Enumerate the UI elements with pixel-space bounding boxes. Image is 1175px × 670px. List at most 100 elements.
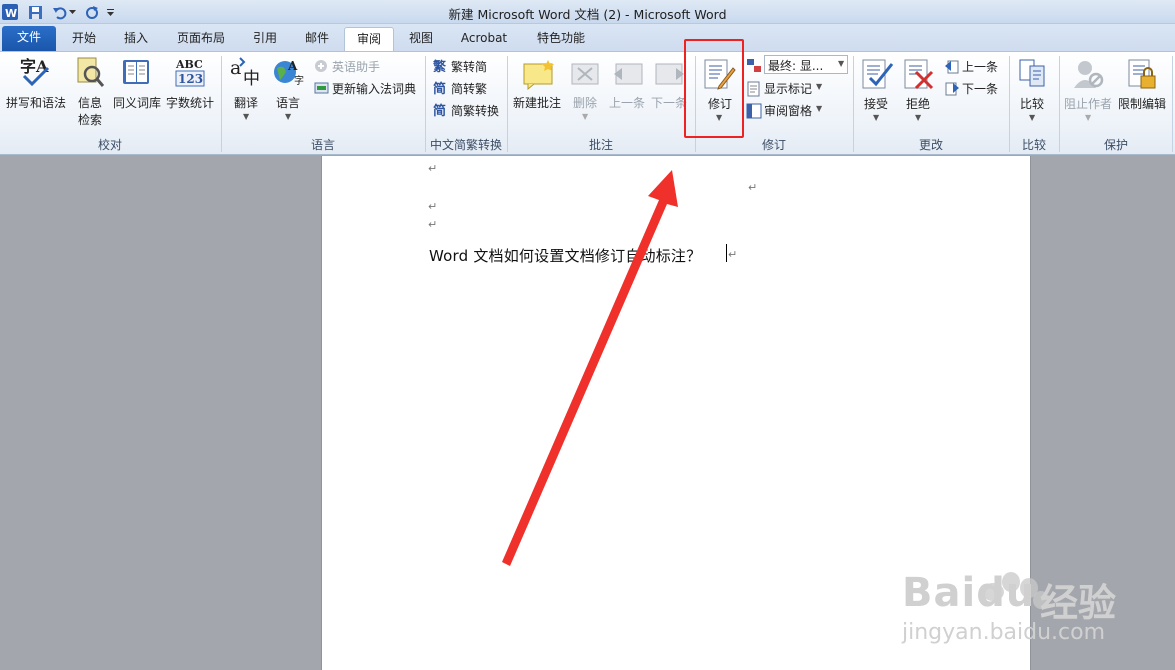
reject-button[interactable]: 拒绝	[906, 95, 930, 112]
svg-text:字: 字	[294, 74, 304, 87]
group-label-language: 语言	[310, 138, 335, 152]
tab-mailings[interactable]: 邮件	[296, 27, 338, 51]
svg-text:繁: 繁	[433, 59, 447, 74]
svg-text:123: 123	[178, 72, 203, 86]
thesaurus-icon[interactable]	[120, 56, 152, 91]
ribbon-tab-bar: 文件 开始 插入 页面布局 引用 邮件 审阅 视图 Acrobat 特色功能	[0, 24, 1175, 51]
tab-insert[interactable]: 插入	[114, 27, 158, 51]
show-markup-dropdown-icon[interactable]: ▼	[816, 82, 822, 91]
update-ime-button[interactable]: 更新输入法词典	[332, 80, 416, 97]
display-for-review-select[interactable]: 最终: 显... ▼	[764, 55, 848, 74]
tab-acrobat[interactable]: Acrobat	[452, 27, 516, 51]
block-authors-dropdown-icon[interactable]: ▼	[1085, 113, 1091, 122]
previous-change-button[interactable]: 上一条	[962, 58, 998, 75]
display-for-review-icon[interactable]	[746, 58, 762, 77]
new-comment-button[interactable]: 新建批注	[513, 94, 561, 111]
next-comment-icon[interactable]	[654, 60, 686, 93]
baidu-watermark: Baidu 经验 jingyan.baidu.com	[900, 548, 1170, 668]
translate-icon[interactable]: a中	[230, 56, 264, 91]
delete-comment-dropdown-icon[interactable]: ▼	[582, 112, 588, 121]
chevron-down-icon[interactable]: ▼	[838, 59, 844, 68]
tab-references[interactable]: 引用	[244, 27, 286, 51]
spelling-grammar-icon[interactable]: 字A	[20, 56, 50, 91]
tab-review[interactable]: 审阅	[344, 27, 394, 51]
svg-text:a: a	[230, 57, 241, 79]
accept-button[interactable]: 接受	[864, 95, 888, 112]
next-change-button[interactable]: 下一条	[962, 80, 998, 97]
tab-page-layout[interactable]: 页面布局	[170, 27, 232, 51]
paragraph-mark: ↵	[428, 162, 438, 175]
trad-to-simp-button[interactable]: 繁转简	[451, 58, 487, 75]
compare-icon[interactable]	[1018, 58, 1048, 93]
previous-comment-button[interactable]: 上一条	[609, 94, 645, 111]
previous-change-icon[interactable]	[944, 58, 960, 77]
trad-to-simp-icon[interactable]: 繁	[433, 58, 449, 77]
english-assistant-icon[interactable]	[314, 59, 330, 76]
window-title: 新建 Microsoft Word 文档 (2) - Microsoft Wor…	[448, 7, 727, 22]
text-cursor	[726, 244, 727, 262]
research-label-1[interactable]: 信息	[78, 94, 102, 111]
review-ribbon: 字A 拼写和语法 信息 检索 同义词库 ABC 123 字数统计 校对 a中 翻译…	[0, 51, 1175, 155]
show-markup-icon[interactable]	[746, 81, 762, 100]
previous-comment-icon[interactable]	[612, 60, 644, 93]
tab-view[interactable]: 视图	[400, 27, 442, 51]
simp-to-trad-button[interactable]: 简转繁	[451, 80, 487, 97]
research-icon[interactable]	[76, 56, 105, 91]
update-ime-icon[interactable]	[314, 81, 330, 98]
title-bar: W 新建 Microsoft Word 文档 (2) - Microsoft W…	[0, 0, 1175, 24]
accept-icon[interactable]	[860, 58, 894, 93]
tab-home[interactable]: 开始	[62, 27, 106, 51]
language-dropdown-icon[interactable]: ▼	[285, 112, 291, 121]
translate-dropdown-icon[interactable]: ▼	[243, 112, 249, 121]
paragraph-mark: ↵	[428, 218, 438, 231]
group-label-protect: 保护	[1103, 138, 1128, 152]
display-for-review-value: 最终: 显...	[768, 59, 824, 73]
reviewing-pane-icon[interactable]	[746, 103, 762, 122]
tab-special-features[interactable]: 特色功能	[528, 27, 594, 51]
restrict-editing-button[interactable]: 限制编辑	[1118, 95, 1166, 112]
next-change-icon[interactable]	[944, 80, 960, 99]
accept-dropdown-icon[interactable]: ▼	[873, 113, 879, 122]
reject-icon[interactable]	[902, 58, 936, 93]
language-button[interactable]: 语言	[276, 94, 300, 111]
english-assistant-button[interactable]: 英语助手	[332, 58, 380, 75]
delete-comment-button[interactable]: 删除	[573, 94, 597, 111]
word-count-button[interactable]: 字数统计	[166, 94, 214, 111]
word-count-icon[interactable]: ABC 123	[174, 56, 206, 91]
translate-button[interactable]: 翻译	[234, 94, 258, 111]
new-comment-icon[interactable]	[522, 60, 556, 93]
paragraph-mark: ↵	[748, 181, 758, 194]
thesaurus-button[interactable]: 同义词库	[113, 94, 161, 111]
reject-dropdown-icon[interactable]: ▼	[915, 113, 921, 122]
paragraph-mark: ↵	[728, 248, 738, 261]
convert-icon[interactable]: 简	[433, 102, 449, 121]
next-comment-button[interactable]: 下一条	[651, 94, 687, 111]
research-label-2[interactable]: 检索	[78, 111, 102, 128]
block-authors-icon[interactable]	[1072, 58, 1104, 93]
group-label-comments: 批注	[588, 138, 613, 152]
block-authors-button[interactable]: 阻止作者	[1064, 95, 1112, 112]
restrict-editing-icon[interactable]	[1126, 58, 1158, 93]
document-body-text[interactable]: Word 文档如何设置文档修订自动标注？	[429, 245, 701, 266]
simp-to-trad-icon[interactable]: 简	[433, 80, 449, 99]
compare-dropdown-icon[interactable]: ▼	[1029, 113, 1035, 122]
spelling-grammar-button[interactable]: 拼写和语法	[6, 94, 66, 111]
delete-comment-icon[interactable]	[570, 60, 602, 93]
group-label-tracking: 修订	[761, 138, 786, 152]
compare-button[interactable]: 比较	[1020, 95, 1044, 112]
watermark-url: jingyan.baidu.com	[902, 620, 1106, 645]
watermark-brand-cn: 经验	[1040, 581, 1117, 625]
reviewing-pane-dropdown-icon[interactable]: ▼	[816, 104, 822, 113]
svg-text:简: 简	[433, 81, 446, 96]
group-divider	[1172, 56, 1173, 152]
paragraph-mark: ↵	[428, 200, 438, 213]
language-icon[interactable]: A字	[272, 56, 306, 91]
convert-button[interactable]: 简繁转换	[451, 102, 499, 119]
tab-file[interactable]: 文件	[2, 26, 56, 51]
show-markup-button[interactable]: 显示标记	[764, 80, 812, 97]
svg-text:ABC: ABC	[175, 58, 203, 71]
svg-text:A: A	[287, 59, 298, 73]
svg-text:简: 简	[433, 103, 446, 118]
svg-text:中: 中	[243, 69, 260, 88]
reviewing-pane-button[interactable]: 审阅窗格	[764, 102, 812, 119]
